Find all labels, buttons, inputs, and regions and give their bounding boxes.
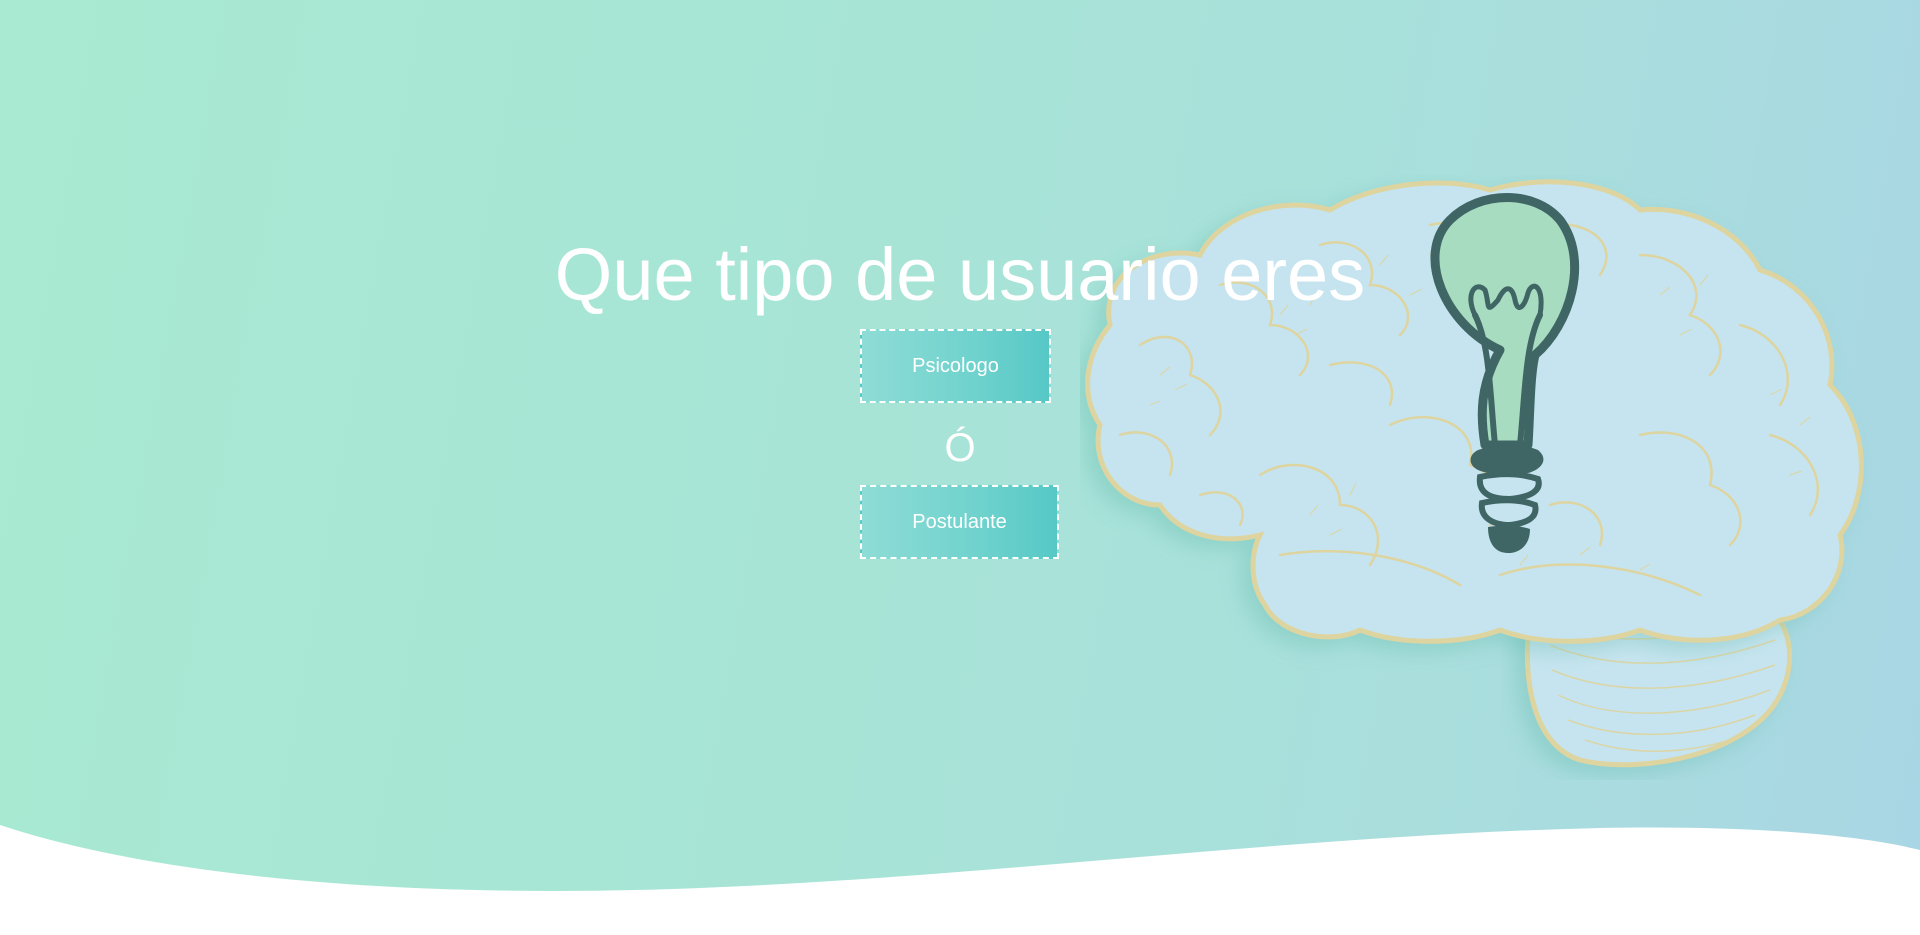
page-title: Que tipo de usuario eres (554, 233, 1366, 316)
or-separator: Ó (944, 426, 976, 470)
psicologo-button[interactable]: Psicologo (860, 329, 1051, 403)
postulante-button[interactable]: Postulante (860, 485, 1059, 559)
landing-page: Que tipo de usuario eres Psicologo Ó Pos… (0, 0, 1920, 935)
